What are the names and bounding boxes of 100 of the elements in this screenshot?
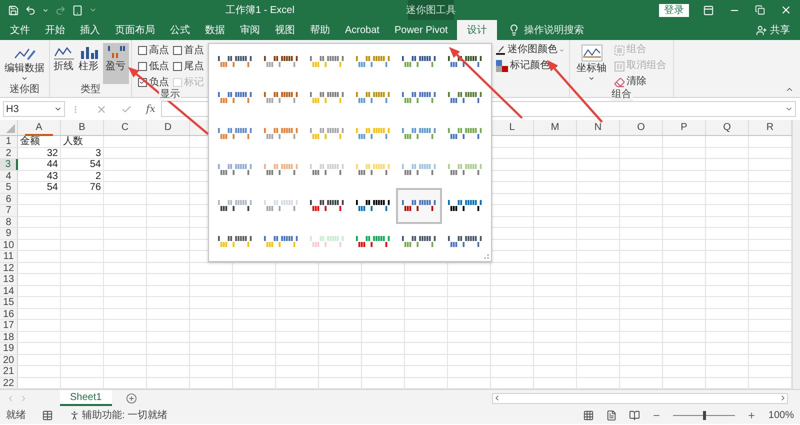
ribbon-tab[interactable]: 审阅 [234,20,266,40]
sparkline-type-button[interactable]: 盈亏 [102,43,128,84]
row-header[interactable]: 17 [0,320,18,330]
row-header[interactable]: 12 [0,262,18,273]
contextual-tab-header: 迷你图工具 [408,0,454,20]
row-header[interactable]: 19 [0,343,18,354]
table-cell: 44 [18,159,61,170]
ribbon-display-icon[interactable] [703,4,714,16]
ribbon-tab[interactable]: 帮助 [304,20,336,40]
column-header[interactable]: D [147,120,190,135]
accessibility-status[interactable]: 辅助功能: 一切就绪 [82,408,168,422]
scroll-left-icon[interactable] [493,394,501,402]
zoom-in-icon[interactable] [747,410,756,420]
sparkline-type-button[interactable]: 柱形 [78,43,100,84]
column-header[interactable]: N [577,120,620,135]
caret-icon[interactable] [42,6,49,14]
close-icon[interactable] [780,4,792,16]
ribbon-tab[interactable]: 插入 [74,20,106,40]
row-header[interactable]: 4 [0,170,18,181]
row-header[interactable]: 22 [0,378,18,388]
row-header[interactable]: 14 [0,286,18,296]
pen-color-icon [496,44,506,56]
column-header[interactable]: Q [706,120,749,135]
row-header[interactable]: 18 [0,332,18,342]
ribbon-tab[interactable]: Power Pivot [388,20,454,40]
row-header[interactable]: 1 [0,136,18,146]
ribbon-tab[interactable]: 设计 [456,20,497,40]
accessibility-icon[interactable] [69,410,80,420]
checkbox[interactable]: 低点 [138,59,169,73]
scroll-right-icon[interactable] [779,394,787,402]
undo-icon[interactable] [25,4,36,16]
win-loss-icon [106,44,126,60]
row-header[interactable]: 15 [0,297,18,308]
highlight-mark [25,134,53,136]
page-break-icon[interactable] [629,410,640,420]
collapse-ribbon-icon[interactable] [785,85,794,94]
touch-mode-icon[interactable] [72,4,83,16]
row-header[interactable]: 13 [0,274,18,284]
macro-icon[interactable] [42,410,53,420]
column-header[interactable]: P [663,120,706,135]
row-header[interactable]: 6 [0,194,18,204]
checkbox[interactable]: 尾点 [173,59,204,73]
ribbon-tab[interactable]: 公式 [164,20,196,40]
checkbox[interactable]: 高点 [138,43,169,57]
row-header[interactable]: 9 [0,228,18,238]
row-header[interactable]: 10 [0,240,18,250]
row-header[interactable]: 5 [0,182,18,192]
row-header[interactable]: 8 [0,216,18,227]
column-header[interactable]: O [620,120,663,135]
lightbulb-icon[interactable] [508,24,520,36]
row-header[interactable]: 3 [0,159,18,170]
ribbon-tab[interactable]: 开始 [39,20,71,40]
table-cell: 3 [61,148,104,158]
caret-icon [559,46,565,54]
group-label: 显示 [159,89,181,101]
column-header[interactable]: M [534,120,577,135]
name-box[interactable]: H3 [3,101,65,117]
checkbox[interactable]: 负点 [138,75,169,89]
normal-view-icon[interactable] [583,410,594,420]
row-header[interactable]: 21 [0,366,18,376]
page-layout-icon[interactable] [606,410,618,420]
insert-function-button[interactable]: fx [146,104,156,114]
ribbon-tab[interactable]: 数据 [199,20,231,40]
checkbox[interactable]: 首点 [173,43,204,57]
color-button[interactable]: 迷你图颜色 [494,43,567,57]
vertical-scrollbar[interactable] [792,120,800,389]
row-header[interactable]: 20 [0,354,18,365]
ribbon-tab[interactable]: 文件 [4,20,36,40]
resize-grip-icon[interactable] [484,254,489,259]
sparkline-type-button[interactable]: 折线 [52,43,74,84]
sign-in-button[interactable]: 登录 [659,4,689,16]
table-cell: 54 [18,182,61,192]
restore-icon[interactable] [755,5,765,15]
status-text: 就绪 [6,408,26,422]
share-button[interactable]: 共享 [746,20,800,40]
caret-icon [588,75,595,82]
add-sheet-icon[interactable] [126,392,137,404]
row-header[interactable]: 2 [0,148,18,158]
table-cell: 2 [61,170,104,181]
sheet-tab[interactable]: Sheet1 [60,390,112,406]
row-header[interactable]: 7 [0,205,18,216]
horizontal-scrollbar[interactable] [492,392,788,404]
tell-me-field[interactable]: 操作说明搜索 [524,23,584,37]
edit-data-button[interactable]: 编辑数据 [2,43,47,84]
ribbon-tab[interactable]: 页面布局 [109,20,161,40]
zoom-thumb[interactable] [702,410,706,420]
row-header[interactable]: 11 [0,251,18,262]
group-label: 类型 [80,84,102,96]
group-label: 组合 [610,89,632,101]
group-button[interactable]: 清除 [612,75,668,89]
customize-icon[interactable] [89,6,97,14]
row-header[interactable]: 16 [0,308,18,319]
group-label: 迷你图 [8,84,40,96]
column-header[interactable]: C [104,120,147,135]
ribbon-tab[interactable]: Acrobat [339,20,386,40]
axis-button[interactable]: 坐标轴 [574,43,608,89]
save-icon[interactable] [8,4,19,16]
ribbon-tab[interactable]: 视图 [269,20,301,40]
expand-icon[interactable] [785,105,793,113]
column-header[interactable]: B [61,120,104,135]
